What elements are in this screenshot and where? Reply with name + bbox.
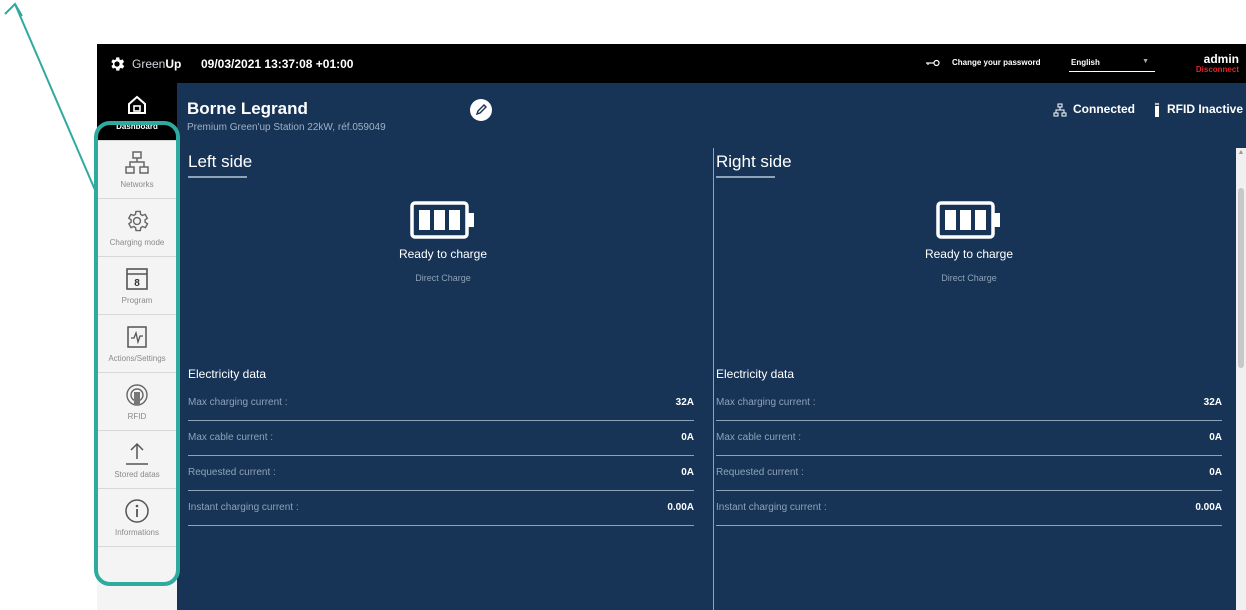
rfid-status-text: RFID Inactive bbox=[1167, 102, 1244, 117]
top-bar: GreenUp 09/03/2021 13:37:08 +01:00 Chang… bbox=[97, 44, 1246, 83]
data-row: Requested current : 0A bbox=[716, 456, 1222, 491]
panel-title: Left side bbox=[188, 152, 253, 171]
data-row: Max charging current : 32A bbox=[716, 386, 1222, 421]
battery-icon bbox=[410, 201, 474, 239]
activity-icon bbox=[127, 326, 147, 348]
app-window: GreenUp 09/03/2021 13:37:08 +01:00 Chang… bbox=[94, 44, 1246, 610]
charge-mode: Direct Charge bbox=[941, 273, 997, 283]
electricity-data-title: Electricity data bbox=[716, 367, 795, 381]
sidebar-item-charging-mode[interactable]: Charging mode bbox=[97, 199, 177, 257]
panel-title: Right side bbox=[716, 152, 792, 171]
data-value: 0.00A bbox=[1195, 502, 1222, 513]
calendar-badge: 8 bbox=[134, 278, 140, 289]
brand-logo: GreenUp bbox=[132, 57, 182, 71]
username-label: admin bbox=[1203, 52, 1239, 66]
data-label: Max charging current : bbox=[716, 397, 816, 408]
data-label: Instant charging current : bbox=[188, 502, 299, 513]
sidebar-item-label: Dashboard bbox=[116, 122, 158, 131]
data-row: Max charging current : 32A bbox=[188, 386, 694, 421]
station-name: Borne Legrand bbox=[187, 99, 308, 118]
charge-status: Ready to charge bbox=[398, 247, 488, 261]
network-icon bbox=[125, 151, 149, 174]
data-label: Requested current : bbox=[716, 467, 804, 478]
sidebar-item-label: Charging mode bbox=[109, 238, 165, 247]
panel-title-underline bbox=[188, 176, 247, 178]
gear-icon bbox=[127, 210, 149, 232]
rfid-icon bbox=[126, 384, 148, 406]
charge-mode: Direct Charge bbox=[415, 273, 471, 283]
data-value: 32A bbox=[1203, 397, 1222, 408]
change-password-link[interactable]: Change your password bbox=[952, 58, 1040, 67]
data-label: Max charging current : bbox=[188, 397, 288, 408]
connection-status: Connected bbox=[1053, 102, 1135, 117]
gear-icon[interactable] bbox=[108, 55, 126, 73]
electricity-data-title: Electricity data bbox=[188, 367, 267, 381]
data-label: Max cable current : bbox=[716, 432, 802, 443]
data-row: Instant charging current : 0.00A bbox=[188, 491, 694, 526]
info-icon bbox=[125, 499, 149, 523]
sidebar-item-label: Program bbox=[121, 296, 153, 305]
sidebar-item-program[interactable]: 8 Program bbox=[97, 257, 177, 315]
scroll-up-icon[interactable]: ▲ bbox=[1236, 148, 1246, 158]
data-label: Requested current : bbox=[188, 467, 276, 478]
key-icon bbox=[926, 59, 940, 67]
data-value: 0.00A bbox=[667, 502, 694, 513]
data-value: 0A bbox=[1209, 432, 1222, 443]
connection-status-text: Connected bbox=[1073, 102, 1136, 116]
chevron-down-icon: ▼ bbox=[1142, 58, 1149, 65]
data-label: Instant charging current : bbox=[716, 502, 827, 513]
sidebar-item-dashboard[interactable]: Dashboard bbox=[97, 83, 177, 141]
sidebar-item-label: RFID bbox=[127, 412, 147, 421]
sidebar-item-label: Stored datas bbox=[114, 470, 160, 479]
sidebar-item-actions-settings[interactable]: Actions/Settings bbox=[97, 315, 177, 373]
sidebar-item-rfid[interactable]: RFID bbox=[97, 373, 177, 431]
language-select[interactable]: English ▼ bbox=[1069, 55, 1155, 72]
calendar-icon: 8 bbox=[126, 268, 148, 290]
network-icon bbox=[1053, 103, 1067, 117]
right-side-panel: Right side Ready to charge Direct Charge… bbox=[713, 148, 1224, 610]
edit-button[interactable] bbox=[470, 99, 492, 121]
sidebar: Dashboard Networks Charging mode 8 Progr… bbox=[94, 83, 180, 610]
sidebar-item-label: Informations bbox=[114, 528, 160, 537]
station-subtitle: Premium Green'up Station 22kW, réf.05904… bbox=[187, 122, 386, 133]
vertical-scrollbar[interactable]: ▲ bbox=[1236, 148, 1246, 610]
battery-icon bbox=[936, 201, 1000, 239]
data-label: Max cable current : bbox=[188, 432, 274, 443]
disconnect-link[interactable]: Disconnect bbox=[1167, 65, 1239, 74]
home-icon bbox=[128, 95, 146, 114]
datetime-display: 09/03/2021 13:37:08 +01:00 bbox=[201, 57, 354, 71]
data-value: 32A bbox=[675, 397, 694, 408]
data-row: Max cable current : 0A bbox=[716, 421, 1222, 456]
sidebar-item-label: Actions/Settings bbox=[108, 354, 166, 363]
sidebar-item-stored-datas[interactable]: Stored datas bbox=[97, 431, 177, 489]
language-value: English bbox=[1071, 58, 1100, 67]
charge-status: Ready to charge bbox=[924, 247, 1014, 261]
sidebar-item-networks[interactable]: Networks bbox=[97, 141, 177, 199]
pencil-icon bbox=[475, 104, 487, 116]
rfid-card-icon bbox=[1154, 102, 1160, 117]
data-value: 0A bbox=[1209, 467, 1222, 478]
panel-title-underline bbox=[716, 176, 775, 178]
data-row: Instant charging current : 0.00A bbox=[716, 491, 1222, 526]
data-value: 0A bbox=[681, 432, 694, 443]
upload-icon bbox=[126, 442, 148, 465]
data-row: Max cable current : 0A bbox=[188, 421, 694, 456]
data-row: Requested current : 0A bbox=[188, 456, 694, 491]
rfid-status: RFID Inactive bbox=[1153, 102, 1243, 118]
sidebar-item-informations[interactable]: Informations bbox=[97, 489, 177, 547]
data-value: 0A bbox=[681, 467, 694, 478]
sidebar-item-label: Networks bbox=[120, 180, 154, 189]
scrollbar-thumb[interactable] bbox=[1238, 188, 1244, 368]
left-side-panel: Left side Ready to charge Direct Charge … bbox=[188, 148, 698, 610]
